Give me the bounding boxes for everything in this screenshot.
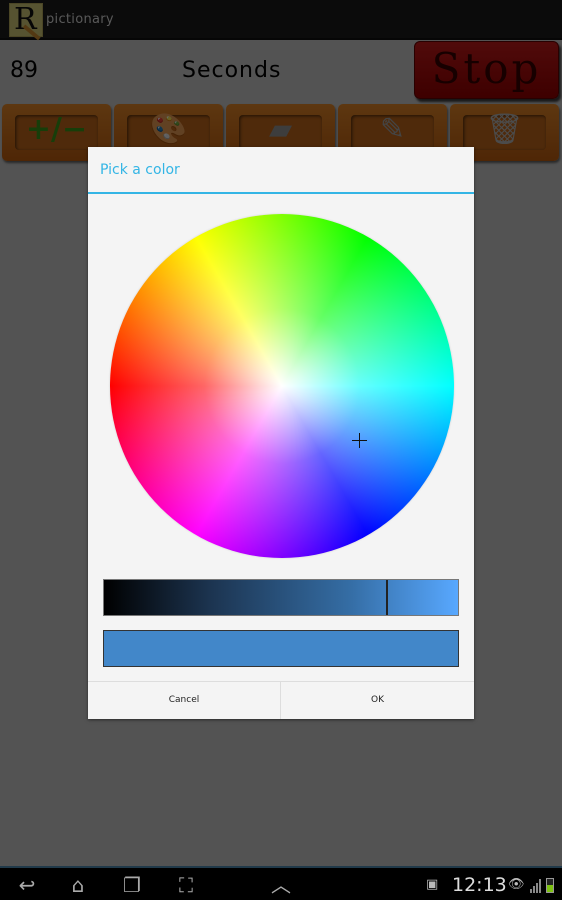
brightness-slider[interactable] bbox=[103, 579, 459, 616]
screenshot-icon[interactable]: ⛶ bbox=[171, 872, 201, 898]
color-wheel[interactable] bbox=[110, 214, 454, 558]
ok-button[interactable]: OK bbox=[281, 682, 474, 719]
home-icon[interactable]: ⌂ bbox=[63, 872, 93, 898]
recent-apps-icon[interactable]: ❐ bbox=[117, 872, 147, 898]
eye-icon: 👁 bbox=[508, 877, 525, 892]
gallery-icon: ▣ bbox=[426, 877, 439, 892]
brightness-slider-handle[interactable] bbox=[385, 580, 388, 615]
signal-icon bbox=[530, 878, 542, 893]
color-preview bbox=[103, 630, 459, 667]
system-nav-bar: ↩ ⌂ ❐ ⛶ ︿ ▣ 12:13 👁 bbox=[0, 866, 562, 900]
back-icon[interactable]: ↩ bbox=[12, 872, 42, 898]
dialog-buttons: Cancel OK bbox=[88, 681, 474, 719]
crosshair-icon[interactable] bbox=[352, 433, 368, 449]
status-clock: 12:13 bbox=[452, 874, 507, 896]
dialog-title: Pick a color bbox=[100, 162, 180, 178]
color-picker-dialog: Pick a color Cancel OK bbox=[88, 147, 474, 719]
battery-icon bbox=[546, 878, 554, 893]
chevron-up-icon[interactable]: ︿ bbox=[266, 872, 296, 898]
title-divider bbox=[88, 192, 474, 194]
screen: R pictionary 89 Seconds Stop +/− 🎨 ▰ ✎ 🗑 bbox=[0, 0, 562, 900]
cancel-button[interactable]: Cancel bbox=[88, 682, 281, 719]
